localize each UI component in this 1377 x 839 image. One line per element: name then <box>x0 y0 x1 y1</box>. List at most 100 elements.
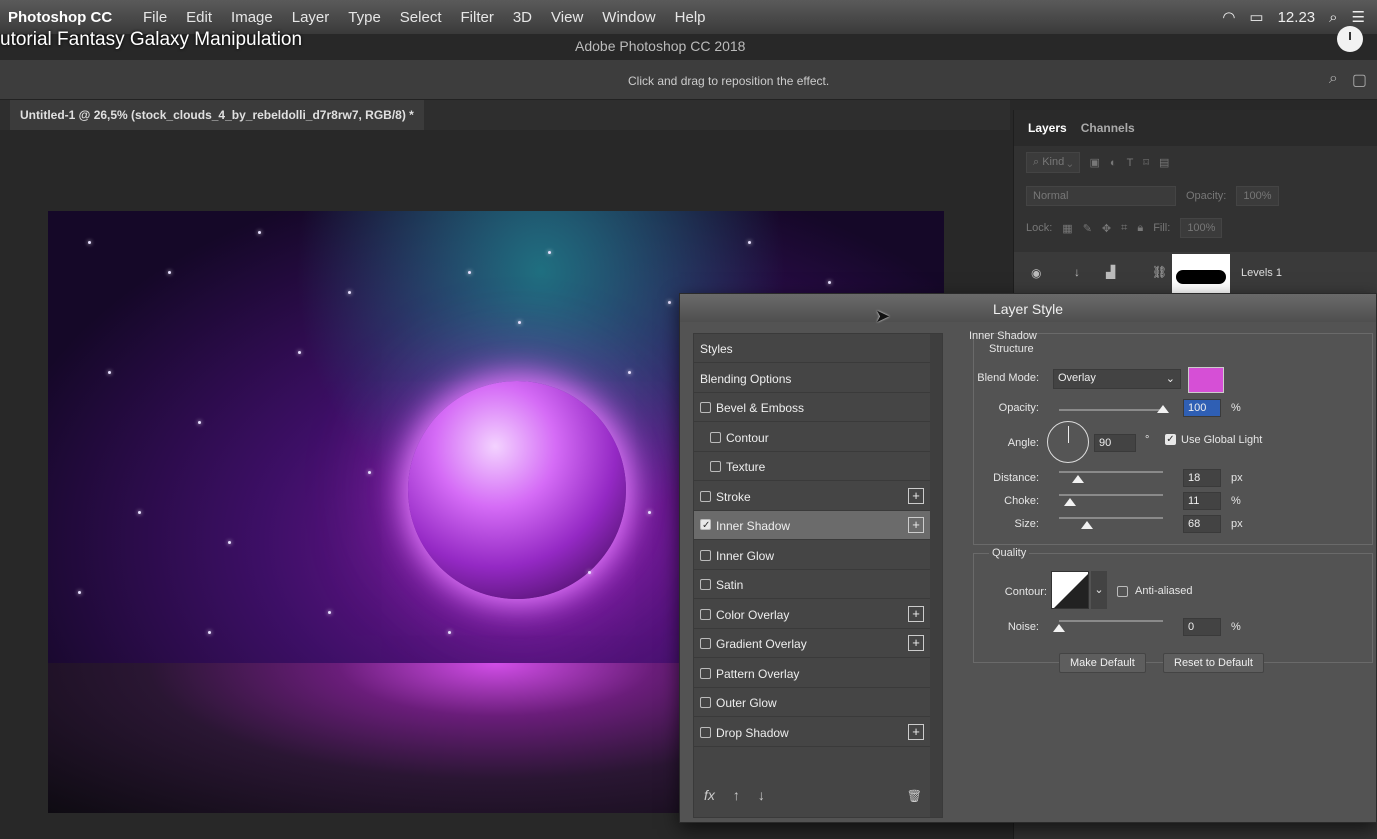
style-checkbox[interactable] <box>700 726 711 738</box>
watch-later-icon[interactable] <box>1337 26 1363 52</box>
opacity-field[interactable]: 100% <box>1236 186 1279 206</box>
add-effect-icon[interactable]: + <box>908 517 924 533</box>
style-item[interactable]: Contour <box>694 423 930 452</box>
link-chain-icon[interactable]: ⛓ <box>1152 265 1167 279</box>
reset-default-button[interactable]: Reset to Default <box>1163 653 1264 673</box>
size-knob[interactable] <box>1081 521 1094 529</box>
distance-input[interactable]: 18 <box>1183 469 1221 487</box>
style-item[interactable]: Satin <box>694 570 930 599</box>
menu-icon[interactable]: ☰ <box>1352 8 1365 26</box>
make-default-button[interactable]: Make Default <box>1059 653 1146 673</box>
tab-layers[interactable]: Layers <box>1028 121 1067 135</box>
noise-knob[interactable] <box>1053 624 1065 632</box>
style-checkbox[interactable] <box>700 490 711 502</box>
clock-text[interactable]: 12.23 <box>1278 9 1316 26</box>
style-checkbox[interactable] <box>710 431 721 443</box>
lock-brush-icon[interactable]: ✎ <box>1083 222 1092 235</box>
blend-mode-select[interactable]: Overlay ⌄ <box>1053 369 1181 389</box>
style-checkbox[interactable] <box>710 461 721 472</box>
filter-type-icon[interactable]: T <box>1127 157 1134 169</box>
layer-blend-select[interactable]: Normal <box>1026 186 1176 206</box>
style-item[interactable]: Gradient Overlay + <box>694 629 930 658</box>
opacity-input[interactable]: 100 <box>1183 399 1221 417</box>
filter-pixel-icon[interactable]: ▣ <box>1090 156 1100 169</box>
menu-item[interactable]: Filter <box>461 9 494 26</box>
add-effect-icon[interactable]: + <box>908 723 924 740</box>
menu-item[interactable]: Select <box>400 9 442 26</box>
search-icon[interactable]: ⌕ <box>1329 70 1338 90</box>
layer-mask-thumbnail[interactable] <box>1172 254 1230 294</box>
search-icon[interactable]: ⌕ <box>1329 9 1337 26</box>
dialog-title[interactable]: Layer Style <box>680 294 1376 322</box>
tab-channels[interactable]: Channels <box>1081 121 1135 135</box>
kind-filter[interactable]: ⌕ Kind ⌄ <box>1026 152 1080 173</box>
style-item[interactable]: Drop Shadow + <box>694 718 930 747</box>
use-global-light-checkbox[interactable]: ✓ <box>1165 434 1176 445</box>
fx-menu-button[interactable]: fx <box>704 787 715 803</box>
style-item[interactable]: Bevel & Emboss <box>694 393 930 422</box>
menu-item[interactable]: Type <box>348 9 381 26</box>
distance-slider[interactable] <box>1059 471 1163 483</box>
style-item[interactable]: Blending Options <box>694 364 930 393</box>
add-effect-icon[interactable]: + <box>908 605 924 622</box>
delete-effect-icon[interactable]: 🗑︎ <box>907 789 922 803</box>
style-checkbox[interactable] <box>700 667 711 679</box>
layer-name[interactable]: Levels 1 <box>1241 267 1282 279</box>
move-up-icon[interactable]: ↑ <box>733 787 740 803</box>
filter-shape-icon[interactable]: ⌑ <box>1143 156 1149 169</box>
angle-dial[interactable] <box>1047 421 1089 463</box>
opacity-knob[interactable] <box>1157 405 1169 413</box>
style-checkbox[interactable] <box>700 638 711 649</box>
contour-picker[interactable] <box>1051 571 1089 609</box>
layer-row[interactable]: ◉ ↓ ▟ ⛓ Levels 1 <box>1014 252 1377 294</box>
noise-input[interactable]: 0 <box>1183 618 1221 636</box>
menu-item[interactable]: Help <box>675 9 706 26</box>
menu-item[interactable]: 3D <box>513 9 532 26</box>
style-checkbox[interactable] <box>700 697 711 708</box>
size-slider[interactable] <box>1059 517 1163 529</box>
style-item[interactable]: Pattern Overlay <box>694 659 930 688</box>
styles-scrollbar[interactable] <box>930 334 942 817</box>
add-effect-icon[interactable]: + <box>908 635 924 651</box>
style-item[interactable]: Inner Glow <box>694 541 930 570</box>
move-down-icon[interactable]: ↓ <box>758 787 765 803</box>
style-item[interactable]: Stroke + <box>694 482 930 511</box>
lock-all-icon[interactable]: 🔒︎ <box>1137 222 1143 235</box>
style-item[interactable]: Styles <box>694 334 930 363</box>
filter-adjust-icon[interactable]: ◐ <box>1110 157 1117 169</box>
style-item[interactable]: Outer Glow <box>694 688 930 717</box>
wifi-icon[interactable]: ◠ <box>1222 8 1235 26</box>
lock-pixels-icon[interactable]: ▦ <box>1062 222 1072 235</box>
style-checkbox[interactable] <box>700 402 711 413</box>
style-checkbox[interactable] <box>700 608 711 620</box>
lock-artboard-icon[interactable]: ⌗ <box>1121 222 1127 235</box>
choke-knob[interactable] <box>1064 498 1077 506</box>
angle-input[interactable]: 90 <box>1094 434 1136 452</box>
distance-knob[interactable] <box>1071 475 1084 483</box>
opacity-slider[interactable] <box>1059 405 1169 413</box>
document-tab[interactable]: Untitled-1 @ 26,5% (stock_clouds_4_by_re… <box>10 100 424 130</box>
noise-slider[interactable] <box>1053 620 1163 632</box>
menu-item[interactable]: File <box>143 9 167 26</box>
menu-item[interactable]: Window <box>602 9 655 26</box>
menu-item[interactable]: View <box>551 9 583 26</box>
visibility-eye-icon[interactable]: ◉ <box>1031 266 1041 280</box>
battery-icon[interactable]: ▭ <box>1249 8 1263 26</box>
shadow-color-swatch[interactable] <box>1188 367 1224 393</box>
size-input[interactable]: 68 <box>1183 515 1221 533</box>
menu-item[interactable]: Edit <box>186 9 212 26</box>
lock-move-icon[interactable]: ✥ <box>1102 222 1111 235</box>
style-item[interactable]: Texture <box>694 452 930 481</box>
style-item[interactable]: Color Overlay + <box>694 600 930 629</box>
style-checkbox[interactable] <box>700 519 711 530</box>
fill-field[interactable]: 100% <box>1180 218 1223 238</box>
anti-aliased-checkbox[interactable] <box>1117 586 1128 597</box>
app-menu[interactable]: Photoshop CC <box>8 9 112 26</box>
add-effect-icon[interactable]: + <box>908 487 924 504</box>
menu-item[interactable]: Image <box>231 9 273 26</box>
choke-input[interactable]: 11 <box>1183 492 1221 510</box>
style-item[interactable]: Inner Shadow + <box>694 511 930 540</box>
contour-dropdown[interactable]: ⌄ <box>1091 571 1107 609</box>
style-checkbox[interactable] <box>700 549 711 561</box>
style-checkbox[interactable] <box>700 579 711 590</box>
